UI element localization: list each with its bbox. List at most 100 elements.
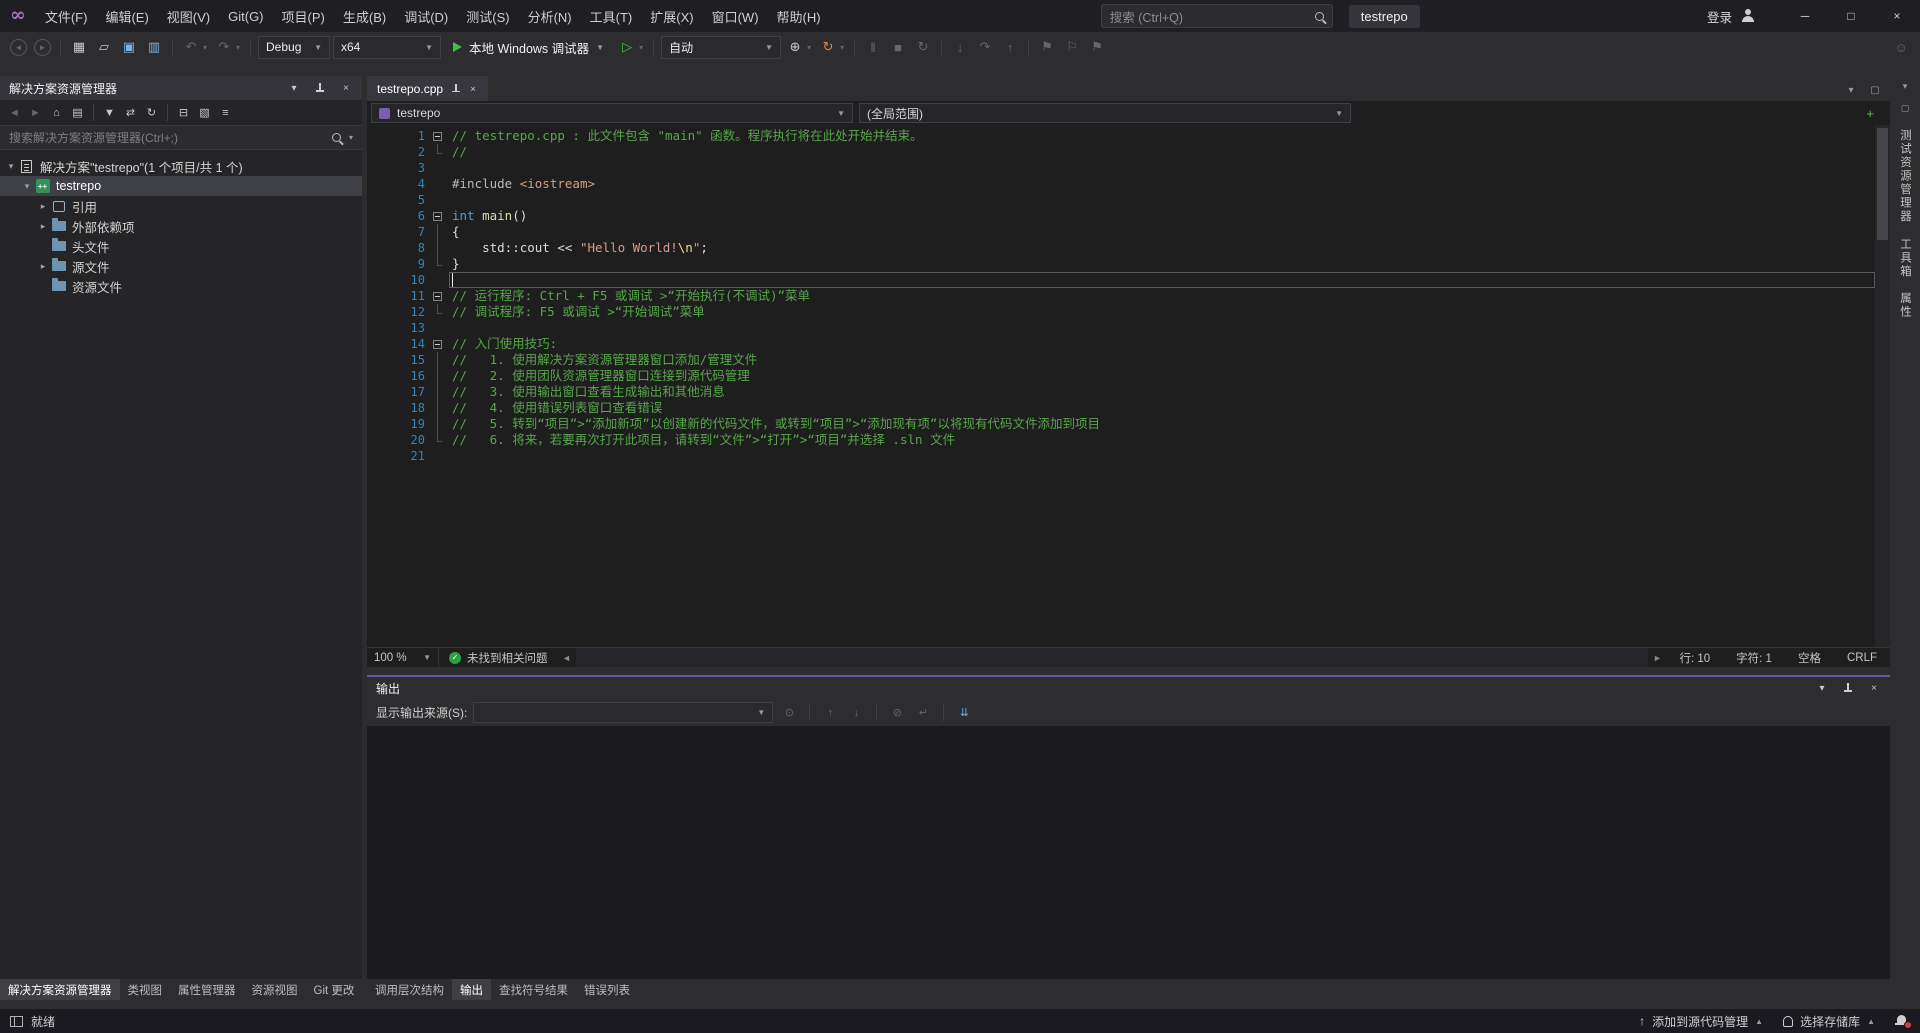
step-out-icon[interactable]: ↑ — [999, 36, 1021, 58]
collapse-icon[interactable] — [425, 208, 449, 224]
auto-scroll-icon[interactable]: ⇊ — [954, 703, 974, 723]
auto-hide-tab[interactable]: 测试资源管理器 — [1897, 124, 1913, 229]
code-text-area[interactable]: 1// testrepo.cpp : 此文件包含 "main" 函数。程序执行将… — [367, 125, 1890, 647]
document-tab-testrepo-cpp[interactable]: testrepo.cpp × — [367, 76, 488, 101]
code-line[interactable]: 9} — [367, 256, 1875, 272]
project-navigation-dropdown[interactable]: testrepo ▼ — [371, 103, 853, 123]
attach-chevron-icon[interactable]: ▾ — [804, 36, 814, 58]
active-documents-chevron-icon[interactable]: ▾ — [1844, 79, 1858, 101]
code-line[interactable]: 2// — [367, 144, 1875, 160]
panel-tab[interactable]: 调用层次结构 — [367, 979, 452, 1000]
auto-hide-tab[interactable]: 属性 — [1897, 287, 1913, 324]
code-line[interactable]: 1// testrepo.cpp : 此文件包含 "main" 函数。程序执行将… — [367, 128, 1875, 144]
sync-with-active-document-icon[interactable]: ⇄ — [121, 103, 140, 122]
output-source-dropdown[interactable]: ▼ — [473, 702, 773, 723]
user-account-icon[interactable] — [1740, 9, 1756, 23]
collapse-icon[interactable] — [425, 128, 449, 144]
code-line[interactable]: 18// 4. 使用错误列表窗口查看错误 — [367, 400, 1875, 416]
menubar-item[interactable]: 项目(P) — [273, 0, 334, 32]
editor-horizontal-scrollbar[interactable]: ◄ ► — [558, 648, 1667, 667]
collapse-icon[interactable] — [425, 288, 449, 304]
menubar-item[interactable]: Git(G) — [219, 0, 272, 32]
add-to-source-control-button[interactable]: ↑ 添加到源代码管理 ▲ — [1639, 1013, 1763, 1030]
close-tab-icon[interactable]: × — [468, 82, 478, 96]
scrollbar-thumb[interactable] — [1877, 128, 1888, 240]
menubar-item[interactable]: 窗口(W) — [703, 0, 768, 32]
code-line[interactable]: 13 — [367, 320, 1875, 336]
panel-tab[interactable]: 错误列表 — [576, 979, 638, 1000]
tree-item[interactable]: 头文件 — [0, 236, 362, 256]
scope-navigation-dropdown[interactable]: (全局范围) ▼ — [859, 103, 1351, 123]
plus-icon[interactable]: + — [1866, 106, 1886, 121]
feedback-icon[interactable]: ☺ — [1890, 36, 1912, 58]
tree-item[interactable]: ▾++testrepo — [0, 176, 362, 196]
redo-chevron-icon[interactable]: ▾ — [233, 36, 243, 58]
close-icon[interactable]: × — [339, 80, 353, 96]
code-line[interactable]: 16// 2. 使用团队资源管理器窗口连接到源代码管理 — [367, 368, 1875, 384]
restart-icon[interactable]: ↻ — [912, 36, 934, 58]
attach-to-process-icon[interactable]: ⊕ — [784, 36, 806, 58]
redo-icon[interactable]: ↷ — [213, 36, 235, 58]
debug-target-dropdown[interactable]: 自动▼ — [661, 36, 781, 59]
minimize-button[interactable]: ─ — [1782, 0, 1828, 32]
scroll-right-icon[interactable]: ► — [1648, 653, 1666, 663]
code-line[interactable]: 14// 入门使用技巧: — [367, 336, 1875, 352]
collapse-all-icon[interactable]: ⊟ — [174, 103, 193, 122]
menubar-item[interactable]: 帮助(H) — [768, 0, 830, 32]
step-into-icon[interactable]: ↓ — [949, 36, 971, 58]
pin-icon[interactable] — [313, 80, 327, 96]
code-line[interactable]: 17// 3. 使用输出窗口查看生成输出和其他消息 — [367, 384, 1875, 400]
menubar-item[interactable]: 视图(V) — [158, 0, 219, 32]
stop-debugging-icon[interactable]: ■ — [887, 36, 909, 58]
open-file-icon[interactable]: ▱ — [93, 36, 115, 58]
pin-icon[interactable] — [1841, 680, 1855, 696]
tree-item[interactable]: ▾解决方案"testrepo"(1 个项目/共 1 个) — [0, 156, 362, 176]
menubar-item[interactable]: 分析(N) — [519, 0, 581, 32]
nav-back-icon[interactable]: ◄ — [10, 39, 27, 56]
window-layout-icon[interactable] — [10, 1016, 23, 1027]
code-editor[interactable]: testrepo ▼ (全局范围) ▼ + 1// testrepo.cpp :… — [367, 101, 1890, 667]
sidebar-tab[interactable]: 解决方案资源管理器 — [0, 979, 120, 1000]
sign-in-button[interactable]: 登录 — [1707, 7, 1732, 26]
forward-icon[interactable]: ► — [26, 103, 45, 122]
menubar-item[interactable]: 编辑(E) — [96, 0, 157, 32]
panel-tab[interactable]: 查找符号结果 — [491, 979, 576, 1000]
solution-explorer-header[interactable]: 解决方案资源管理器 ▾× — [0, 76, 362, 100]
scroll-left-icon[interactable]: ◄ — [558, 653, 576, 663]
collapse-icon[interactable] — [425, 336, 449, 352]
break-all-icon[interactable]: ‖ — [862, 36, 884, 58]
menubar-item[interactable]: 生成(B) — [334, 0, 395, 32]
step-over-icon[interactable]: ↷ — [974, 36, 996, 58]
expander-icon[interactable]: ▾ — [4, 161, 18, 172]
document-health-indicator[interactable]: ✓ 未找到相关问题 — [439, 650, 558, 666]
expander-icon[interactable]: ▾ — [20, 181, 34, 192]
filter-icon[interactable]: ▼ — [100, 103, 119, 122]
solution-platform-dropdown[interactable]: x64▼ — [333, 36, 441, 59]
hot-reload-chevron-icon[interactable]: ▾ — [837, 36, 847, 58]
previous-bookmark-icon[interactable]: ⚐ — [1061, 36, 1083, 58]
properties-icon[interactable]: ≡ — [216, 103, 235, 122]
hot-reload-icon[interactable]: ↻ — [817, 36, 839, 58]
chevron-down-icon[interactable]: ▾ — [1815, 680, 1829, 696]
new-project-icon[interactable]: ▦ — [68, 36, 90, 58]
maximize-button[interactable]: □ — [1828, 0, 1874, 32]
nav-forward-icon[interactable]: ► — [34, 39, 51, 56]
solution-configuration-dropdown[interactable]: Debug▼ — [258, 36, 330, 59]
find-message-icon[interactable]: ⊙ — [779, 703, 799, 723]
tree-item[interactable]: ▸引用 — [0, 196, 362, 216]
expander-icon[interactable]: ▸ — [36, 201, 50, 212]
undo-icon[interactable]: ↶ — [180, 36, 202, 58]
code-line[interactable]: 4#include <iostream> — [367, 176, 1875, 192]
code-line[interactable]: 12// 调试程序: F5 或调试 >“开始调试”菜单 — [367, 304, 1875, 320]
tree-item[interactable]: 资源文件 — [0, 276, 362, 296]
menubar-item[interactable]: 测试(S) — [457, 0, 518, 32]
select-repository-button[interactable]: 选择存储库 ▲ — [1783, 1013, 1875, 1030]
auto-hide-tab[interactable]: 工具箱 — [1897, 233, 1913, 284]
menubar-item[interactable]: 工具(T) — [581, 0, 642, 32]
back-icon[interactable]: ◄ — [5, 103, 24, 122]
code-line[interactable]: 7{ — [367, 224, 1875, 240]
chevron-down-icon[interactable]: ▾ — [1897, 78, 1913, 94]
expander-icon[interactable]: ▸ — [36, 221, 50, 232]
tree-item[interactable]: ▸外部依赖项 — [0, 216, 362, 236]
code-line[interactable]: 20// 6. 将来，若要再次打开此项目，请转到“文件”>“打开”>“项目”并选… — [367, 432, 1875, 448]
